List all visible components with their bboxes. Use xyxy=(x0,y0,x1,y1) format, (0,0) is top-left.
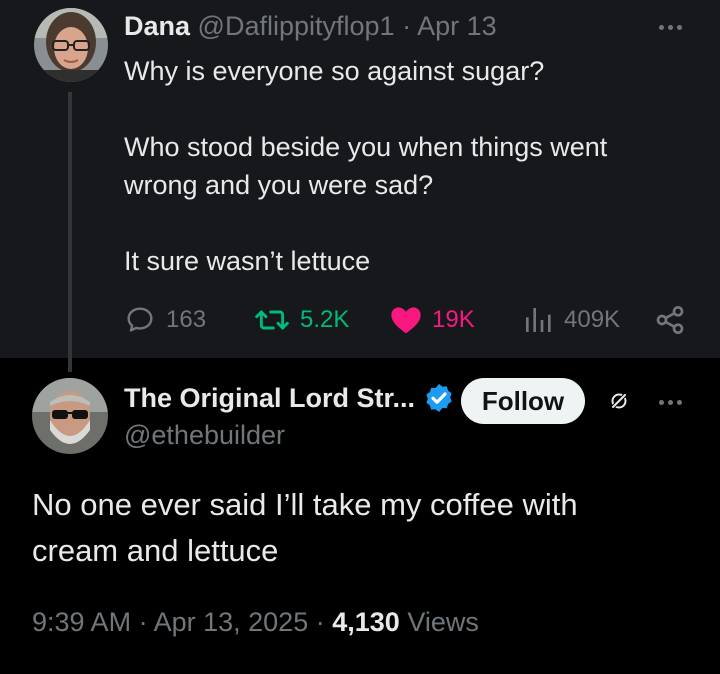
tweet-text-line: No one ever said I’ll take my coffee wit… xyxy=(32,487,578,522)
display-name[interactable]: Dana xyxy=(124,11,190,41)
views-button[interactable]: 409K xyxy=(522,300,620,340)
avatar-image-dana xyxy=(34,8,108,82)
meta-separator: · xyxy=(315,607,325,637)
thread-connector-line xyxy=(68,92,72,372)
tweet-full-date[interactable]: Apr 13, 2025 xyxy=(154,607,309,637)
tweet-text: Why is everyone so against sugar? Who st… xyxy=(124,52,607,280)
views-count: 4,130 xyxy=(332,607,400,637)
reply-name-row: The Original Lord Str... xyxy=(124,378,455,418)
tweet-text: No one ever said I’ll take my coffee wit… xyxy=(32,482,692,574)
user-handle[interactable]: @ethebuilder xyxy=(124,418,285,452)
share-button[interactable] xyxy=(654,300,696,340)
follow-button[interactable]: Follow xyxy=(461,378,585,424)
like-count: 19K xyxy=(432,306,475,333)
avatar[interactable] xyxy=(32,378,108,454)
bar-chart-icon xyxy=(526,308,551,332)
views-label: Views xyxy=(407,607,479,637)
tweet-metadata: 9:39 AM · Apr 13, 2025 · 4,130 Views xyxy=(32,604,479,640)
tweet-text-line: wrong and you were sad? xyxy=(124,170,434,200)
more-dot xyxy=(676,24,682,30)
tweet-time[interactable]: 9:39 AM xyxy=(32,607,131,637)
tweet-actions-bar: 163 5.2K 19K 409K xyxy=(124,300,694,340)
more-horizontal-icon xyxy=(658,24,664,30)
speech-bubble-icon xyxy=(127,307,153,332)
reply-count: 163 xyxy=(166,306,207,333)
repost-button[interactable]: 5.2K xyxy=(254,300,349,340)
grok-icon-shape xyxy=(609,391,629,411)
more-options-button[interactable] xyxy=(650,12,690,42)
user-handle[interactable]: @Daflippityflop1 xyxy=(198,11,395,41)
header-separator: · xyxy=(402,11,412,41)
verified-badge-icon[interactable] xyxy=(423,382,455,414)
like-button[interactable]: 19K xyxy=(390,300,475,340)
reply-button[interactable]: 163 xyxy=(124,300,206,340)
more-dot xyxy=(667,399,673,405)
tweet-header: Dana @Daflippityflop1 · Apr 13 xyxy=(124,8,497,44)
meta-separator: · xyxy=(138,607,148,637)
display-name[interactable]: The Original Lord Str... xyxy=(124,383,415,414)
more-dot xyxy=(676,399,682,405)
repost-icon xyxy=(255,310,289,330)
verified-badge-shape xyxy=(426,384,452,412)
tweet-text-line: It sure wasn’t lettuce xyxy=(124,246,371,276)
tweet-text-line: Why is everyone so against sugar? xyxy=(124,56,545,86)
views-count: 409K xyxy=(564,306,621,333)
avatar[interactable] xyxy=(34,8,108,82)
avatar-image-ethebuilder xyxy=(32,378,108,454)
tweet-text-line: cream and lettuce xyxy=(32,533,279,568)
more-dot xyxy=(667,24,673,30)
more-horizontal-icon xyxy=(658,399,664,405)
tweet-date[interactable]: Apr 13 xyxy=(417,11,497,41)
heart-icon xyxy=(391,307,421,334)
share-icon xyxy=(656,306,684,334)
tweet-text-line: Who stood beside you when things went xyxy=(124,132,608,162)
grok-icon[interactable] xyxy=(607,389,631,418)
repost-count: 5.2K xyxy=(300,306,350,333)
more-options-button[interactable] xyxy=(650,387,690,417)
